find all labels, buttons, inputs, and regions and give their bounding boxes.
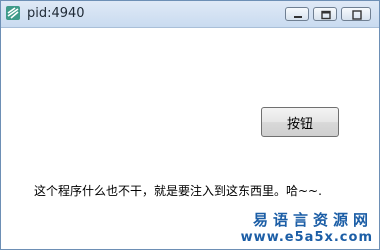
minimize-icon bbox=[294, 16, 302, 18]
message-label: 这个程序什么也不干，就是要注入到这东西里。哈~~. bbox=[34, 184, 322, 198]
watermark-name: 易语言资源网 bbox=[252, 211, 373, 229]
close-icon bbox=[352, 10, 362, 20]
maximize-button[interactable] bbox=[313, 7, 337, 21]
app-icon bbox=[5, 5, 21, 21]
close-button[interactable] bbox=[341, 7, 371, 21]
watermark-url: www.e5a5x.com bbox=[240, 230, 373, 245]
action-button[interactable]: 按钮 bbox=[261, 107, 339, 137]
watermark: 易语言资源网 www.e5a5x.com bbox=[241, 209, 373, 245]
window-title: pid:4940 bbox=[27, 6, 85, 21]
client-area: 按钮 这个程序什么也不干，就是要注入到这东西里。哈~~. 易语言资源网 www.… bbox=[1, 28, 379, 249]
minimize-button[interactable] bbox=[285, 7, 309, 21]
app-window: pid:4940 按钮 这个程序什么也不干，就是要注入到这东西里。哈~~. 易语… bbox=[0, 0, 380, 250]
title-bar[interactable]: pid:4940 bbox=[1, 1, 379, 28]
maximize-icon bbox=[321, 10, 331, 20]
